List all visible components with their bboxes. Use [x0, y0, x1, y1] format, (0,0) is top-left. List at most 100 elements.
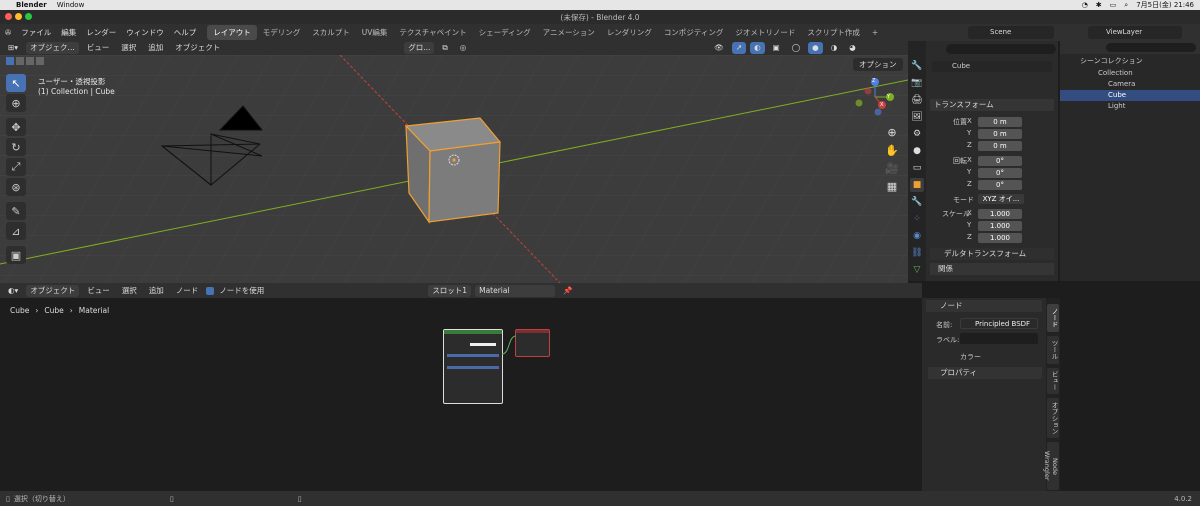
node-object-selector[interactable]: オブジェクト [26, 284, 80, 297]
options-dropdown[interactable]: オプション [853, 58, 903, 71]
visibility-icon[interactable]: 👁 [710, 42, 728, 54]
shading-material-icon[interactable]: ◑ [827, 42, 842, 54]
editor-type-icon[interactable]: ⊞▾ [4, 42, 22, 54]
select-extend-icon[interactable] [16, 57, 24, 65]
tab-compositing[interactable]: コンポジティング [658, 25, 730, 40]
menu-edit[interactable]: 編集 [56, 24, 81, 41]
scale-z-field[interactable]: 1.000 [978, 233, 1022, 243]
breadcrumb-mesh[interactable]: Cube [44, 306, 63, 315]
bluetooth-icon[interactable]: ✱ [1096, 1, 1102, 9]
collection-row[interactable]: Collection [1060, 68, 1200, 79]
particles-tab-icon[interactable]: ⁘ [910, 212, 924, 226]
search-icon[interactable]: ⌕ [1124, 1, 1128, 10]
tab-geometry-nodes[interactable]: ジオメトリノード [729, 25, 801, 40]
node-menu-view[interactable]: ビュー [83, 285, 114, 297]
scale-x-field[interactable]: 1.000 [978, 209, 1022, 219]
menu-render[interactable]: レンダー [81, 24, 121, 41]
location-x-field[interactable]: 0 m [978, 117, 1022, 127]
location-z-field[interactable]: 0 m [978, 141, 1022, 151]
scene-collection-row[interactable]: シーンコレクション [1060, 56, 1200, 67]
menu-help[interactable]: ヘルプ [169, 24, 202, 41]
menu-object[interactable]: オブジェクト [171, 42, 224, 54]
node-section[interactable]: ノード [926, 300, 1042, 312]
node-name-field[interactable]: Principled BSDF [960, 318, 1038, 329]
pan-hand-icon[interactable]: ✋ [884, 144, 900, 157]
select-subtract-icon[interactable] [26, 57, 34, 65]
sidetab-node-wrangler[interactable]: Node Wrangler [1043, 442, 1059, 490]
3d-viewport[interactable]: Z Y X [0, 55, 908, 283]
world-tab-icon[interactable]: ● [910, 144, 924, 158]
output-tab-icon[interactable]: 🖨 [910, 93, 924, 107]
node-menu-add[interactable]: 追加 [145, 285, 168, 297]
node-menu-node[interactable]: ノード [172, 285, 203, 297]
tab-shading[interactable]: シェーディング [473, 25, 537, 40]
breadcrumb-material[interactable]: Material [79, 306, 109, 315]
sidetab-options[interactable]: オプション [1047, 398, 1059, 438]
select-invert-icon[interactable] [36, 57, 44, 65]
color-toggle[interactable]: カラー [944, 352, 981, 362]
menu-add[interactable]: 追加 [144, 42, 167, 54]
tab-modeling[interactable]: モデリング [257, 25, 307, 40]
menu-file[interactable]: ファイル [16, 24, 56, 41]
blender-logo-icon[interactable]: ✇ [0, 24, 16, 41]
rotation-x-field[interactable]: 0° [978, 156, 1022, 166]
cursor-icon[interactable]: ⊕ [6, 94, 26, 112]
rotation-z-field[interactable]: 0° [978, 180, 1022, 190]
material-selector[interactable]: Material [475, 284, 556, 297]
rotation-mode-select[interactable]: XYZ オイ... [978, 194, 1024, 204]
collection-tab-icon[interactable]: ▭ [910, 161, 924, 175]
scene-selector[interactable]: Scene [968, 26, 1054, 39]
breadcrumb-object[interactable]: Cube [10, 306, 29, 315]
tab-sculpt[interactable]: スカルプト [306, 25, 356, 40]
material-output-node[interactable] [515, 329, 550, 357]
menu-select[interactable]: 選択 [117, 42, 140, 54]
add-workspace-icon[interactable]: + [866, 25, 884, 40]
principled-bsdf-node[interactable] [443, 329, 503, 404]
shading-wireframe-icon[interactable]: ◯ [788, 42, 804, 54]
annotate-icon[interactable]: ✎ [6, 202, 26, 220]
rotation-y-field[interactable]: 0° [978, 168, 1022, 178]
zoom-icon[interactable]: ⊕ [884, 126, 900, 139]
render-tab-icon[interactable]: 📷 [910, 76, 924, 90]
viewlayer-selector[interactable]: ViewLayer [1088, 26, 1182, 39]
menu-view[interactable]: ビュー [83, 42, 114, 54]
constraints-tab-icon[interactable]: ⛓ [910, 246, 924, 260]
minimize-window-button[interactable] [15, 13, 22, 20]
add-cube-icon[interactable]: ▣ [6, 246, 26, 264]
zoom-window-button[interactable] [25, 13, 32, 20]
menu-window[interactable]: ウィンドウ [121, 24, 169, 41]
xray-icon[interactable]: ▣ [769, 42, 784, 54]
tab-layout[interactable]: レイアウト [207, 25, 257, 40]
rotate-icon[interactable]: ↻ [6, 138, 26, 156]
shading-rendered-icon[interactable]: ◕ [845, 42, 860, 54]
object-tab-icon[interactable]: ■ [910, 178, 924, 192]
properties-search[interactable] [946, 44, 1056, 54]
transform-icon[interactable]: ⊛ [6, 178, 26, 196]
overlay-toggle-icon[interactable]: ◐ [750, 42, 765, 54]
sidetab-tool[interactable]: ツール [1047, 336, 1059, 364]
camera-view-icon[interactable]: 🎥 [884, 162, 900, 175]
transform-orientation[interactable]: グロ... [404, 42, 435, 54]
location-y-field[interactable]: 0 m [978, 129, 1022, 139]
outliner-search[interactable] [1106, 43, 1196, 52]
physics-tab-icon[interactable]: ◉ [910, 229, 924, 243]
view-layer-tab-icon[interactable]: 🖼 [910, 110, 924, 124]
gizmo-x-label[interactable]: X [880, 102, 883, 108]
grid-view-icon[interactable]: ▦ [884, 180, 900, 193]
camera-row[interactable]: Camera [1060, 79, 1200, 90]
mode-selector[interactable]: オブジェク... [26, 42, 79, 54]
node-menu-select[interactable]: 選択 [118, 285, 141, 297]
gizmo-toggle-icon[interactable]: ↗ [731, 42, 747, 54]
cube-row[interactable]: Cube [1060, 90, 1200, 101]
tab-animation[interactable]: アニメーション [537, 25, 601, 40]
node-label-field[interactable] [960, 333, 1038, 344]
select-new-icon[interactable] [6, 57, 14, 65]
gizmo-z-label[interactable]: Z [872, 78, 875, 84]
proportional-edit-icon[interactable]: ◎ [456, 42, 471, 54]
scene-tab-icon[interactable]: ⚙ [910, 127, 924, 141]
measure-icon[interactable]: ⊿ [6, 222, 26, 240]
tab-texture-paint[interactable]: テクスチャペイント [393, 25, 472, 40]
transform-section[interactable]: トランスフォーム [930, 99, 1054, 111]
modifier-tab-icon[interactable]: 🔧 [910, 195, 924, 209]
scale-icon[interactable]: ⤢ [6, 158, 26, 176]
